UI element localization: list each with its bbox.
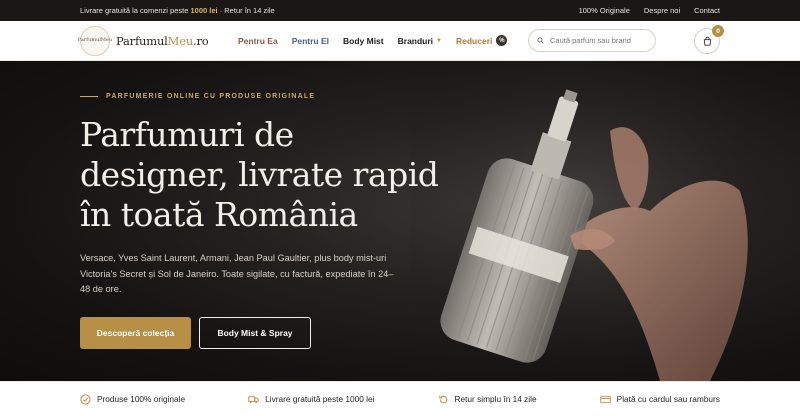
hero-perfume-image	[410, 61, 800, 381]
nav-branduri[interactable]: Branduri ▼	[398, 36, 442, 46]
chevron-down-icon: ▼	[436, 37, 442, 44]
feature-original-label: Produse 100% originale	[97, 394, 186, 404]
hero-description: Versace, Yves Saint Laurent, Armani, Jea…	[80, 253, 394, 294]
top-announcement-bar: Livrare gratuită la comenzi peste 1000 l…	[0, 0, 800, 21]
discount-badge: %	[496, 35, 508, 46]
truck-icon	[248, 395, 259, 403]
top-links: 100% Originale Despre noi Contact	[579, 6, 720, 15]
main-nav: Pentru Ea Pentru El Body Mist Branduri ▼…	[238, 35, 508, 46]
hero-section: PARFUMERIE ONLINE CU PRODUSE ORIGINALE P…	[0, 61, 800, 381]
feature-payment: Plată cu cardul sau ramburs	[599, 394, 720, 405]
logo-tld: .ro	[193, 33, 209, 48]
logo-main: Parfumul	[116, 33, 168, 48]
nav-body-mist[interactable]: Body Mist	[343, 36, 384, 46]
nav-branduri-label: Branduri	[397, 35, 434, 46]
promo-text: Livrare gratuită la comenzi peste	[80, 6, 189, 15]
logo-accent: Meu	[167, 33, 194, 48]
nav-reduceri-label: Reduceri	[456, 35, 493, 46]
body-mist-spray-button[interactable]: Body Mist & Spray	[199, 317, 311, 349]
link-despre-noi[interactable]: Despre noi	[644, 6, 680, 15]
shipping-promo: Livrare gratuită la comenzi peste 1000 l…	[80, 6, 275, 15]
feature-payment-label: Plată cu cardul sau ramburs	[616, 394, 720, 404]
hero-eyebrow: PARFUMERIE ONLINE CU PRODUSE ORIGINALE	[80, 93, 315, 100]
card-icon	[599, 395, 611, 403]
headline-line-1: Parfumuri de	[80, 115, 294, 154]
link-contact[interactable]: Contact	[694, 6, 720, 15]
logo[interactable]: ParfumulMeu ParfumulMeu.ro	[77, 25, 230, 56]
features-bar: Produse 100% originale Livrare gratuită …	[0, 381, 800, 416]
nav-pentru-ea[interactable]: Pentru Ea	[238, 36, 278, 46]
promo-return-text: · Retur în 14 zile	[219, 6, 275, 15]
logo-badge-text: ParfumulMeu	[77, 36, 113, 43]
feature-returns: Retur simplu în 14 zile	[438, 394, 537, 405]
search-input[interactable]	[550, 36, 647, 45]
eyebrow-text: PARFUMERIE ONLINE CU PRODUSE ORIGINALE	[106, 93, 316, 100]
cart-button[interactable]: 0	[694, 25, 724, 54]
headline-line-3: în toată România	[80, 195, 358, 234]
site-header: ParfumulMeu ParfumulMeu.ro Pentru Ea Pen…	[0, 21, 800, 61]
search-box[interactable]	[528, 29, 656, 52]
logo-badge: ParfumulMeu	[77, 25, 113, 56]
feature-shipping: Livrare gratuită peste 1000 lei	[248, 394, 374, 405]
nav-pentru-el[interactable]: Pentru El	[292, 36, 329, 46]
return-icon	[438, 395, 447, 403]
link-originale[interactable]: 100% Originale	[579, 6, 630, 15]
headline-line-2: designer, livrate rapid	[80, 155, 439, 194]
eyebrow-divider	[80, 96, 98, 97]
promo-amount: 1000 lei	[190, 6, 218, 15]
check-circle-icon	[80, 393, 91, 405]
hero-headline: Parfumuri de designer, livrate rapid în …	[80, 115, 460, 235]
cart-icon	[703, 36, 711, 46]
feature-original: Produse 100% originale	[80, 393, 186, 405]
feature-returns-label: Retur simplu în 14 zile	[454, 394, 537, 404]
cart-count-badge: 0	[712, 25, 724, 37]
logo-wordmark: ParfumulMeu.ro	[116, 34, 209, 48]
feature-shipping-label: Livrare gratuită peste 1000 lei	[265, 394, 375, 404]
search-icon	[537, 37, 544, 44]
nav-reduceri[interactable]: Reduceri %	[456, 35, 508, 46]
discover-collection-button[interactable]: Descoperă colecția	[80, 317, 191, 349]
